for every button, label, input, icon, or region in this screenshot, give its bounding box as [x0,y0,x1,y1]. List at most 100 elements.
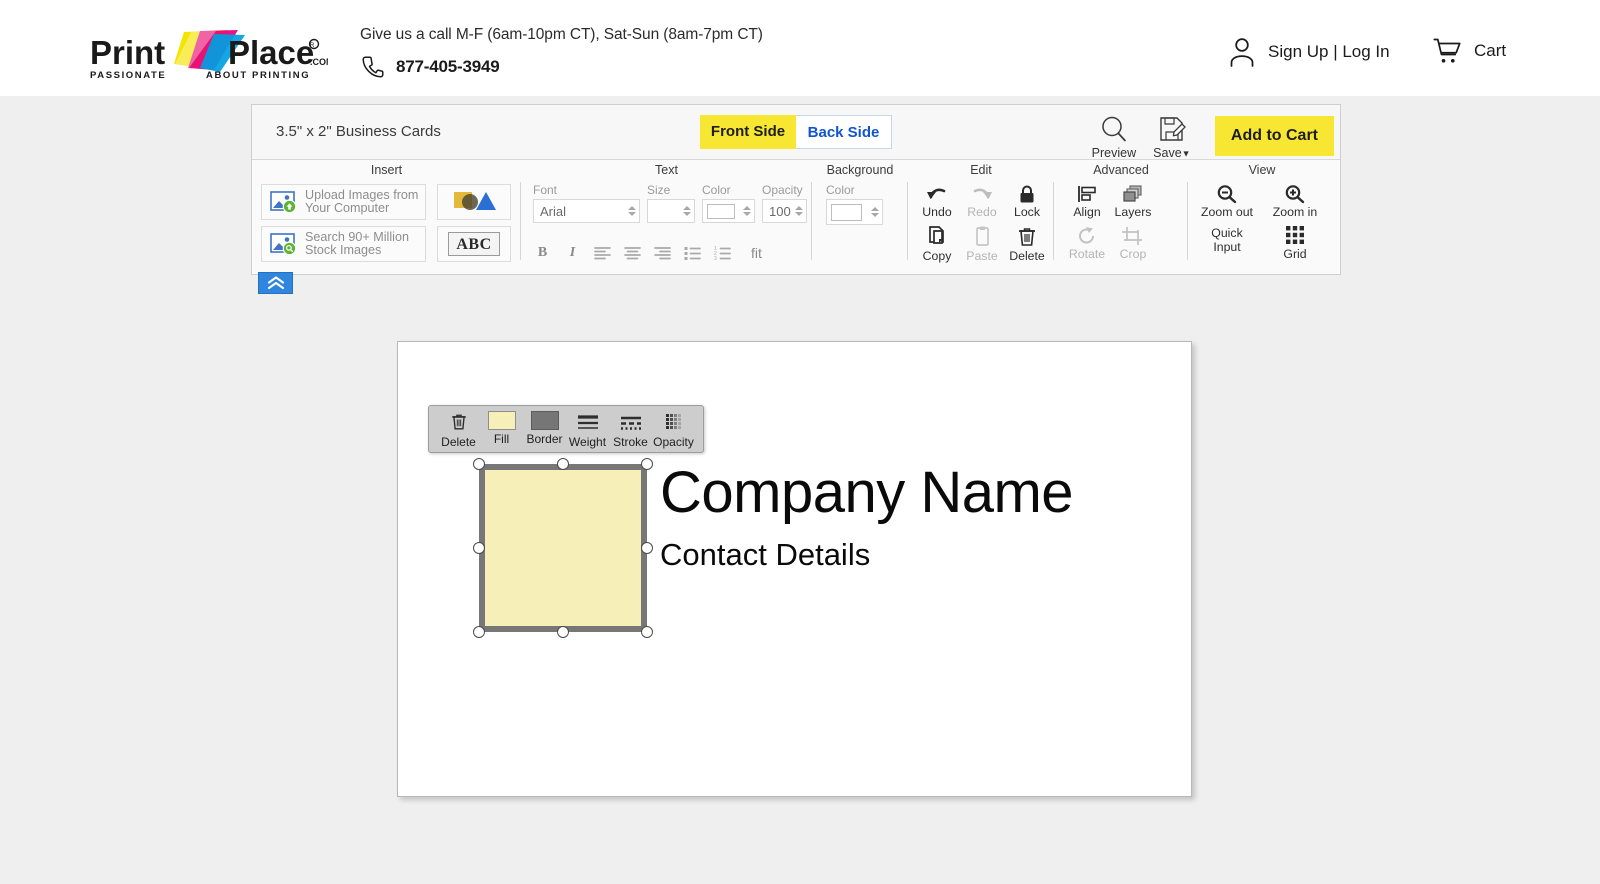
bullet-list-icon [684,247,701,260]
background-spinner-arrows[interactable] [869,207,882,217]
shape-opacity-button[interactable]: Opacity [652,411,695,449]
resize-handle-se[interactable] [641,626,653,638]
search-stock-label: Search 90+ Million Stock Images [305,231,409,257]
quick-input-button[interactable]: Quick Input [1196,226,1258,254]
quick-input-line2: Input [1213,240,1241,254]
crop-label: Crop [1119,247,1147,261]
bullet-list-button[interactable] [683,244,702,262]
background-color-swatch [831,203,862,221]
rotate-label: Rotate [1068,247,1106,261]
side-tabs: Front Side Back Side [700,115,892,149]
toolbar-group-advanced: Advanced Align Layers Rotate Crop [1054,160,1188,274]
printplace-logo[interactable]: Print Place R .COM PASSIONATE ABOUT PRIN… [88,28,328,84]
crop-icon [1122,227,1142,245]
text-color-label: Color [702,183,731,197]
image-search-icon [270,233,297,256]
resize-handle-w[interactable] [473,542,485,554]
group-title-view: View [1248,163,1276,177]
toolbar-group-insert: Insert Upload Images from Your Computer … [252,160,521,274]
zoom-out-label: Zoom out [1201,205,1253,219]
svg-text:R: R [310,43,315,49]
phone-icon [362,56,384,78]
font-spinner-arrows[interactable] [626,206,639,216]
contact-details-text[interactable]: Contact Details [660,537,870,573]
magnifier-icon [1102,116,1126,142]
shape-delete-label: Delete [441,435,476,449]
redo-arrow-icon [973,188,992,199]
background-color-picker[interactable] [826,199,883,225]
size-input[interactable] [647,199,695,223]
selected-rectangle-shape[interactable] [479,464,647,632]
shape-border-button[interactable]: Border [523,411,566,446]
resize-handle-ne[interactable] [641,458,653,470]
align-button[interactable]: Align [1064,184,1110,219]
resize-handle-n[interactable] [557,458,569,470]
resize-handle-nw[interactable] [473,458,485,470]
delete-button[interactable]: Delete [1004,226,1050,263]
account-links[interactable]: Sign Up | Log In [1228,36,1390,68]
copy-button[interactable]: Copy [914,226,960,263]
phone-number: 877-405-3949 [396,57,500,76]
rotate-icon [1079,227,1094,244]
svg-text:.COM: .COM [310,57,328,67]
editor-toolbar: Insert Upload Images from Your Computer … [252,160,1340,274]
redo-label: Redo [967,205,997,219]
align-center-button[interactable] [623,244,642,262]
fit-text-button[interactable]: fit [751,245,762,261]
size-spinner-arrows[interactable] [681,206,694,216]
bold-button[interactable]: B [533,244,552,262]
preview-label: Preview [1091,146,1137,160]
align-icon [1078,186,1096,202]
insert-shape-button[interactable] [437,184,511,220]
layers-button[interactable]: Layers [1110,184,1156,219]
undo-button[interactable]: Undo [914,184,960,219]
italic-button[interactable]: I [563,244,582,262]
fill-swatch-icon [487,411,516,430]
numbered-list-button[interactable]: 1 2 3 [713,244,732,262]
zoom-in-label: Zoom in [1272,205,1318,219]
align-left-button[interactable] [593,244,612,262]
insert-text-button[interactable]: ABC [437,226,511,262]
shape-stroke-button[interactable]: Stroke [609,411,652,449]
tab-front-side[interactable]: Front Side [700,115,796,149]
zoom-out-button[interactable]: Zoom out [1196,184,1258,219]
shape-delete-button[interactable]: Delete [437,411,480,449]
color-spinner-arrows[interactable] [741,206,754,216]
upload-images-button[interactable]: Upload Images from Your Computer [261,184,426,220]
add-to-cart-button[interactable]: Add to Cart [1214,116,1334,156]
collapse-toolbar-button[interactable] [258,272,293,294]
tab-back-side[interactable]: Back Side [796,115,892,149]
resize-handle-s[interactable] [557,626,569,638]
image-upload-icon [270,191,297,214]
paste-label: Paste [966,249,998,263]
shape-fill-button[interactable]: Fill [480,411,523,446]
upload-images-label: Upload Images from Your Computer [305,189,418,215]
font-select[interactable]: Arial [533,199,640,223]
lock-button[interactable]: Lock [1004,184,1050,219]
opacity-input[interactable]: 100 [762,199,807,223]
shape-weight-button[interactable]: Weight [566,411,609,449]
align-right-button[interactable] [653,244,672,262]
svg-text:ABOUT PRINTING: ABOUT PRINTING [206,70,310,81]
text-color-picker[interactable] [702,199,755,223]
save-button[interactable]: Save▼ [1143,111,1201,160]
rotate-button[interactable]: Rotate [1064,226,1110,261]
crop-button[interactable]: Crop [1110,226,1156,261]
opacity-spinner-arrows[interactable] [793,206,806,216]
zoom-in-button[interactable]: Zoom in [1264,184,1326,219]
search-stock-images-button[interactable]: Search 90+ Million Stock Images [261,226,426,262]
grid-button[interactable]: Grid [1264,224,1326,261]
company-name-text[interactable]: Company Name [660,459,1074,526]
phone-number-block[interactable]: 877-405-3949 [360,54,500,80]
group-title-background: Background [826,163,894,177]
resize-handle-e[interactable] [641,542,653,554]
cart-button[interactable]: Cart [1432,36,1506,66]
paste-button[interactable]: Paste [959,226,1005,263]
toolbar-group-text: Text Font Arial Size Color Opacity 100 B… [521,160,812,274]
resize-handle-sw[interactable] [473,626,485,638]
redo-button[interactable]: Redo [959,184,1005,219]
align-right-icon [654,247,671,260]
preview-button[interactable]: Preview [1085,111,1143,160]
align-left-icon [594,247,611,260]
account-label: Sign Up | Log In [1268,42,1390,61]
